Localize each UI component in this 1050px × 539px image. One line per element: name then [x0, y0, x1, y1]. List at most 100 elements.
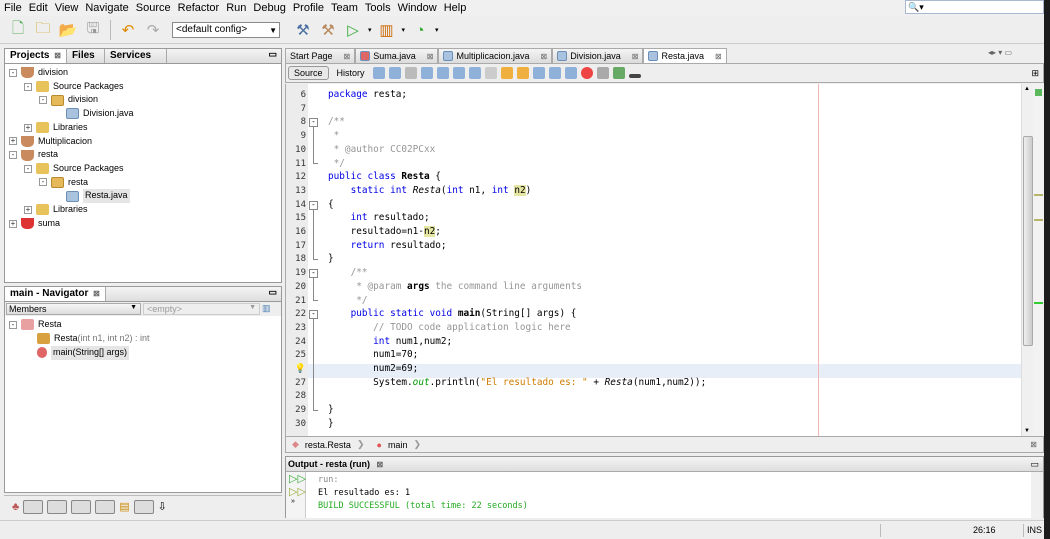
rect-select-icon[interactable] [484, 67, 497, 79]
menu-view[interactable]: View [55, 2, 79, 14]
build-icon[interactable]: ⚒ [293, 20, 313, 40]
uncomment-icon[interactable] [628, 74, 641, 78]
filter-static-button[interactable] [47, 499, 68, 514]
nav-class-resta[interactable]: - Resta [9, 318, 62, 332]
close-icon[interactable]: ⊠ [1030, 440, 1043, 449]
fold-toggle[interactable]: - [309, 200, 318, 210]
fold-toggle[interactable]: - [309, 310, 318, 320]
undo-icon[interactable]: ↶ [118, 20, 138, 40]
menu-help[interactable]: Help [444, 2, 467, 14]
new-project-icon[interactable]: 🗀 [33, 20, 53, 40]
tree-item[interactable]: + Libraries [24, 203, 88, 217]
prev-bookmark-icon[interactable] [500, 67, 513, 79]
minimize-icon[interactable]: ▭ [1030, 457, 1043, 471]
breadcrumb-method[interactable]: main [388, 440, 408, 450]
menu-refactor[interactable]: Refactor [178, 2, 220, 14]
history-button[interactable]: History [333, 68, 369, 78]
run-icon[interactable]: ▷ [343, 20, 363, 40]
menu-source[interactable]: Source [136, 2, 171, 14]
nav-constructor[interactable]: Resta (int n1, int n2) : int [37, 332, 150, 346]
tab-services[interactable]: Services [105, 49, 167, 63]
tree-item[interactable]: - Source Packages [24, 162, 124, 176]
shift-left-icon[interactable] [548, 67, 561, 79]
expand-toggle[interactable]: + [24, 205, 32, 214]
editor-tab[interactable]: Start Page ⊠ [285, 48, 356, 63]
menu-window[interactable]: Window [398, 2, 437, 14]
filter-fields-button[interactable] [23, 499, 44, 514]
tree-item[interactable]: Division.java [54, 107, 134, 121]
close-tab-icon[interactable]: ⊠ [715, 52, 722, 61]
hierarchy-icon[interactable]: ♣ [12, 501, 19, 513]
debug-icon[interactable]: ▥ [377, 20, 397, 40]
filter-nonpublic-button[interactable] [71, 499, 92, 514]
source-button[interactable]: Source [288, 66, 329, 80]
toggle-bookmark-icon[interactable] [532, 67, 545, 79]
tree-item[interactable]: + Libraries [24, 121, 88, 135]
fold-toggle[interactable]: - [309, 269, 318, 279]
tree-item[interactable]: - Source Packages [24, 80, 124, 94]
record-macro-icon[interactable] [580, 67, 593, 79]
expand-toggle[interactable]: - [39, 178, 47, 187]
menu-edit[interactable]: Edit [29, 2, 48, 14]
filter-inherited-button[interactable] [95, 499, 116, 514]
tree-item[interactable]: - division [39, 93, 98, 107]
nav-main[interactable]: main(String[] args) [37, 346, 130, 360]
redo-icon[interactable]: ↷ [143, 20, 163, 40]
comment-icon[interactable] [612, 67, 625, 79]
scope-select[interactable]: <empty> ▼ [143, 303, 260, 315]
tree-item[interactable]: - division [9, 66, 68, 80]
menu-tools[interactable]: Tools [365, 2, 391, 14]
new-file-icon[interactable]: 🗋 [8, 20, 28, 40]
editor-tab[interactable]: Suma.java ⊠ [355, 48, 439, 63]
close-tab-icon[interactable]: ⊠ [541, 52, 548, 61]
forward-icon[interactable] [404, 67, 417, 79]
editor-scrollbar[interactable]: ▲ ▼ [1021, 84, 1033, 436]
editor-tab[interactable]: Multiplicacion.java ⊠ [438, 48, 553, 63]
back-icon[interactable] [388, 67, 401, 79]
menu-run[interactable]: Run [226, 2, 246, 14]
rerun-with-args-icon[interactable]: ▷▷ [286, 485, 306, 498]
profile-icon[interactable]: ◔ [410, 20, 430, 40]
rerun-icon[interactable]: ▷▷ [286, 472, 306, 485]
fold-toggle[interactable]: - [309, 118, 318, 128]
find-icon[interactable] [420, 67, 433, 79]
close-tab-icon[interactable]: ⊠ [344, 52, 351, 61]
more-icon[interactable]: » [286, 498, 305, 505]
expand-toggle[interactable]: - [39, 96, 47, 105]
menu-file[interactable]: File [4, 2, 22, 14]
fqn-icon[interactable]: ▤ [119, 500, 129, 513]
error-stripe[interactable] [1033, 84, 1044, 436]
search-input[interactable]: 🔍▾ [905, 0, 1044, 14]
tree-item[interactable]: Resta.java [54, 189, 130, 203]
expand-toggle[interactable]: - [9, 68, 17, 77]
tab-nav-controls[interactable]: ◂▸ ▾ ▭ [988, 48, 1012, 57]
expand-toggle[interactable]: + [9, 137, 17, 146]
tree-item[interactable]: - resta [9, 148, 58, 162]
expand-toggle[interactable]: - [24, 82, 32, 91]
toggle-highlight-icon[interactable] [468, 67, 481, 79]
sort-by-name-button[interactable] [133, 499, 154, 514]
tab-output[interactable]: Output - resta (run) [288, 459, 370, 469]
menu-navigate[interactable]: Navigate [85, 2, 128, 14]
menu-debug[interactable]: Debug [253, 2, 285, 14]
breadcrumb-class[interactable]: resta.Resta [305, 440, 351, 450]
minimize-icon[interactable]: ▭ [268, 287, 281, 301]
menu-profile[interactable]: Profile [293, 2, 324, 14]
find-previous-icon[interactable] [436, 67, 449, 79]
clean-build-icon[interactable]: ⚒ [318, 20, 338, 40]
close-tab-icon[interactable]: ⊠ [632, 52, 639, 61]
tree-item[interactable]: + suma [9, 217, 60, 231]
minimize-icon[interactable]: ▭ [268, 49, 281, 63]
close-tab-icon[interactable]: ⊠ [427, 52, 434, 61]
output-scrollbar[interactable] [1031, 472, 1043, 518]
shift-right-icon[interactable] [564, 67, 577, 79]
next-bookmark-icon[interactable] [516, 67, 529, 79]
expand-toggle[interactable]: + [24, 123, 32, 132]
expand-toggle[interactable]: + [9, 219, 17, 228]
code-editor[interactable]: 6 7 8 9 10 11 12 13 14 15 16 17 18 19 20 21 22 23 24 25 💡 27 2… [285, 84, 1044, 436]
save-all-icon[interactable]: 🖫 [83, 20, 103, 40]
javadoc-icon[interactable]: ▥ [262, 303, 271, 315]
hint-bulb-icon[interactable]: 💡 [295, 364, 306, 374]
sort-by-source-icon[interactable]: ⇩ [158, 500, 167, 513]
last-edit-icon[interactable] [372, 67, 385, 79]
